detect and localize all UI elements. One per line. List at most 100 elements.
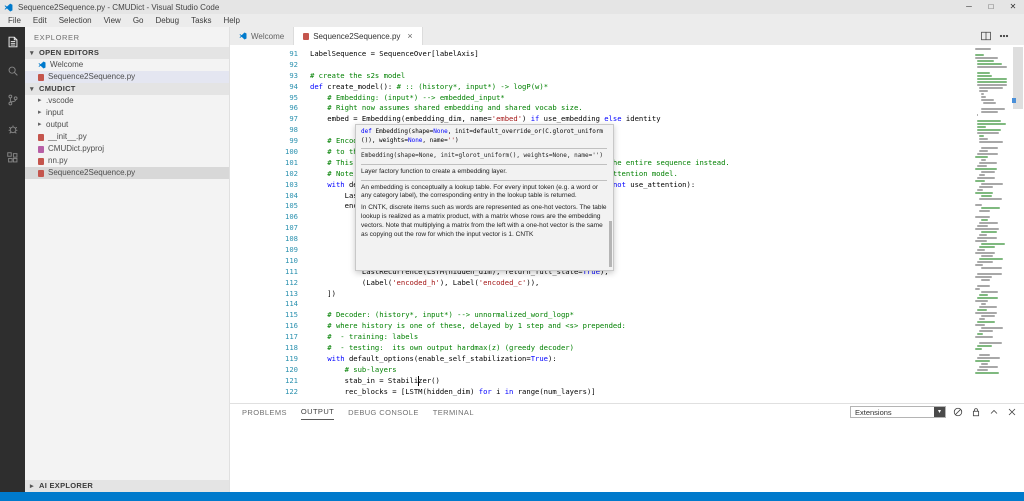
output-content[interactable] bbox=[230, 420, 1024, 492]
minimap-line bbox=[979, 87, 1003, 89]
minimap-line bbox=[975, 372, 999, 374]
tree-item-label: .vscode bbox=[46, 95, 74, 107]
close-tab-icon[interactable]: × bbox=[407, 31, 412, 41]
bottom-panel: PROBLEMS OUTPUT DEBUG CONSOLE TERMINAL E… bbox=[230, 403, 1024, 492]
minimap-line bbox=[975, 240, 987, 242]
chevron-right-icon: ▸ bbox=[38, 95, 46, 107]
ai-explorer-header[interactable]: ▸AI EXPLORER bbox=[25, 480, 229, 492]
activity-source-control-button[interactable] bbox=[0, 85, 25, 114]
tree-item-vscode-folder[interactable]: ▸ .vscode bbox=[25, 95, 229, 107]
menu-file[interactable]: File bbox=[2, 14, 27, 27]
line-number: 101 bbox=[230, 158, 304, 169]
menu-edit[interactable]: Edit bbox=[27, 14, 53, 27]
activity-search-button[interactable] bbox=[0, 56, 25, 85]
tree-item-label: nn.py bbox=[48, 155, 68, 167]
tree-item-nn-py[interactable]: nn.py bbox=[25, 155, 229, 167]
hover-divider bbox=[361, 148, 607, 149]
hover-paragraph-1: An embedding is conceptually a lookup ta… bbox=[361, 184, 607, 202]
tree-item-input-folder[interactable]: ▸ input bbox=[25, 107, 229, 119]
line-number: 96 bbox=[230, 103, 304, 114]
code-line: LabelSequence = SequenceOver[labelAxis] bbox=[310, 49, 972, 60]
code-line: with default_options(enable_self_stabili… bbox=[310, 354, 972, 365]
hover-scrollbar[interactable] bbox=[609, 221, 612, 267]
output-channel-select[interactable]: Extensions ▾ bbox=[850, 406, 946, 418]
minimap-line bbox=[979, 90, 988, 92]
minimap-line bbox=[981, 159, 986, 161]
line-number: 110 bbox=[230, 256, 304, 267]
vscode-logo-icon bbox=[4, 3, 13, 12]
tree-item-label: __init__.py bbox=[48, 131, 87, 143]
code-editor[interactable]: 9192939495969798991001011021031041051061… bbox=[230, 45, 1024, 403]
minimap[interactable] bbox=[973, 45, 1012, 403]
tab-sequence2sequence[interactable]: Sequence2Sequence.py × bbox=[294, 27, 422, 45]
line-number: 115 bbox=[230, 310, 304, 321]
editor-scrollbar[interactable] bbox=[1012, 45, 1024, 403]
maximize-panel-icon[interactable] bbox=[988, 406, 1000, 418]
panel-tab-debug-console[interactable]: DEBUG CONSOLE bbox=[348, 405, 419, 420]
tab-welcome[interactable]: Welcome bbox=[230, 27, 294, 45]
overview-ruler-marker bbox=[1012, 98, 1016, 103]
minimap-line bbox=[977, 66, 1007, 68]
tree-item-output-folder[interactable]: ▸ output bbox=[25, 119, 229, 131]
menu-help[interactable]: Help bbox=[218, 14, 246, 27]
panel-tab-terminal[interactable]: TERMINAL bbox=[433, 405, 474, 420]
vscode-file-icon bbox=[239, 32, 247, 40]
minimap-line bbox=[981, 231, 997, 233]
open-editors-header[interactable]: ▾OPEN EDITORS bbox=[25, 47, 229, 59]
line-number: 91 bbox=[230, 49, 304, 60]
menu-view[interactable]: View bbox=[98, 14, 127, 27]
menu-tasks[interactable]: Tasks bbox=[185, 14, 217, 27]
minimap-line bbox=[975, 192, 993, 194]
text-cursor bbox=[418, 376, 419, 386]
activity-explorer-button[interactable] bbox=[0, 27, 25, 56]
hover-divider bbox=[361, 164, 607, 165]
line-number: 97 bbox=[230, 114, 304, 125]
hover-signature-plain: Embedding(shape=None, init=glorot_unifor… bbox=[361, 152, 607, 161]
minimap-line bbox=[977, 189, 983, 191]
open-editor-welcome[interactable]: Welcome bbox=[25, 59, 229, 71]
hover-tooltip: def Embedding(shape=None, init=default_o… bbox=[355, 124, 614, 271]
maximize-button[interactable]: □ bbox=[980, 0, 1002, 14]
minimap-line bbox=[979, 258, 1003, 260]
clear-output-icon[interactable] bbox=[952, 406, 964, 418]
menu-go[interactable]: Go bbox=[127, 14, 150, 27]
minimap-line bbox=[977, 309, 987, 311]
activity-debug-button[interactable] bbox=[0, 114, 25, 143]
minimap-line bbox=[975, 54, 984, 56]
project-section-header[interactable]: ▾CMUDICT bbox=[25, 83, 229, 95]
minimap-line bbox=[977, 72, 990, 74]
minimap-line bbox=[981, 111, 998, 113]
open-editor-sequence2sequence[interactable]: Sequence2Sequence.py bbox=[25, 71, 229, 83]
code-line: (Label('encoded_h'), Label('encoded_c'))… bbox=[310, 278, 972, 289]
tree-item-label: output bbox=[46, 119, 68, 131]
bug-icon bbox=[6, 122, 20, 136]
menu-debug[interactable]: Debug bbox=[149, 14, 185, 27]
activity-bar bbox=[0, 27, 25, 492]
scroll-lock-icon[interactable] bbox=[970, 406, 982, 418]
more-actions-icon[interactable] bbox=[998, 30, 1010, 42]
tree-item-sequence2sequence-py[interactable]: Sequence2Sequence.py bbox=[25, 167, 229, 179]
panel-tab-output[interactable]: OUTPUT bbox=[301, 404, 334, 420]
split-editor-icon[interactable] bbox=[980, 30, 992, 42]
hover-divider bbox=[361, 180, 607, 181]
close-button[interactable]: ✕ bbox=[1002, 0, 1024, 14]
minimap-line bbox=[977, 297, 998, 299]
panel-tab-problems[interactable]: PROBLEMS bbox=[242, 405, 287, 420]
minimap-line bbox=[979, 141, 1003, 143]
activity-extensions-button[interactable] bbox=[0, 143, 25, 172]
menu-selection[interactable]: Selection bbox=[53, 14, 98, 27]
minimap-line bbox=[979, 354, 990, 356]
tree-item-cmudict-pyproj[interactable]: CMUDict.pyproj bbox=[25, 143, 229, 155]
minimize-button[interactable]: ─ bbox=[958, 0, 980, 14]
panel-actions: Extensions ▾ bbox=[850, 405, 1018, 419]
line-number: 104 bbox=[230, 191, 304, 202]
minimap-line bbox=[975, 57, 998, 59]
menu-bar: File Edit Selection View Go Debug Tasks … bbox=[0, 14, 1024, 27]
editor-gutter: 9192939495969798991001011021031041051061… bbox=[230, 49, 304, 398]
tree-item-init-py[interactable]: __init__.py bbox=[25, 131, 229, 143]
minimap-line bbox=[977, 81, 1007, 83]
close-panel-icon[interactable] bbox=[1006, 406, 1018, 418]
tab-label: Sequence2Sequence.py bbox=[313, 32, 400, 41]
line-number: 106 bbox=[230, 212, 304, 223]
line-number: 120 bbox=[230, 365, 304, 376]
